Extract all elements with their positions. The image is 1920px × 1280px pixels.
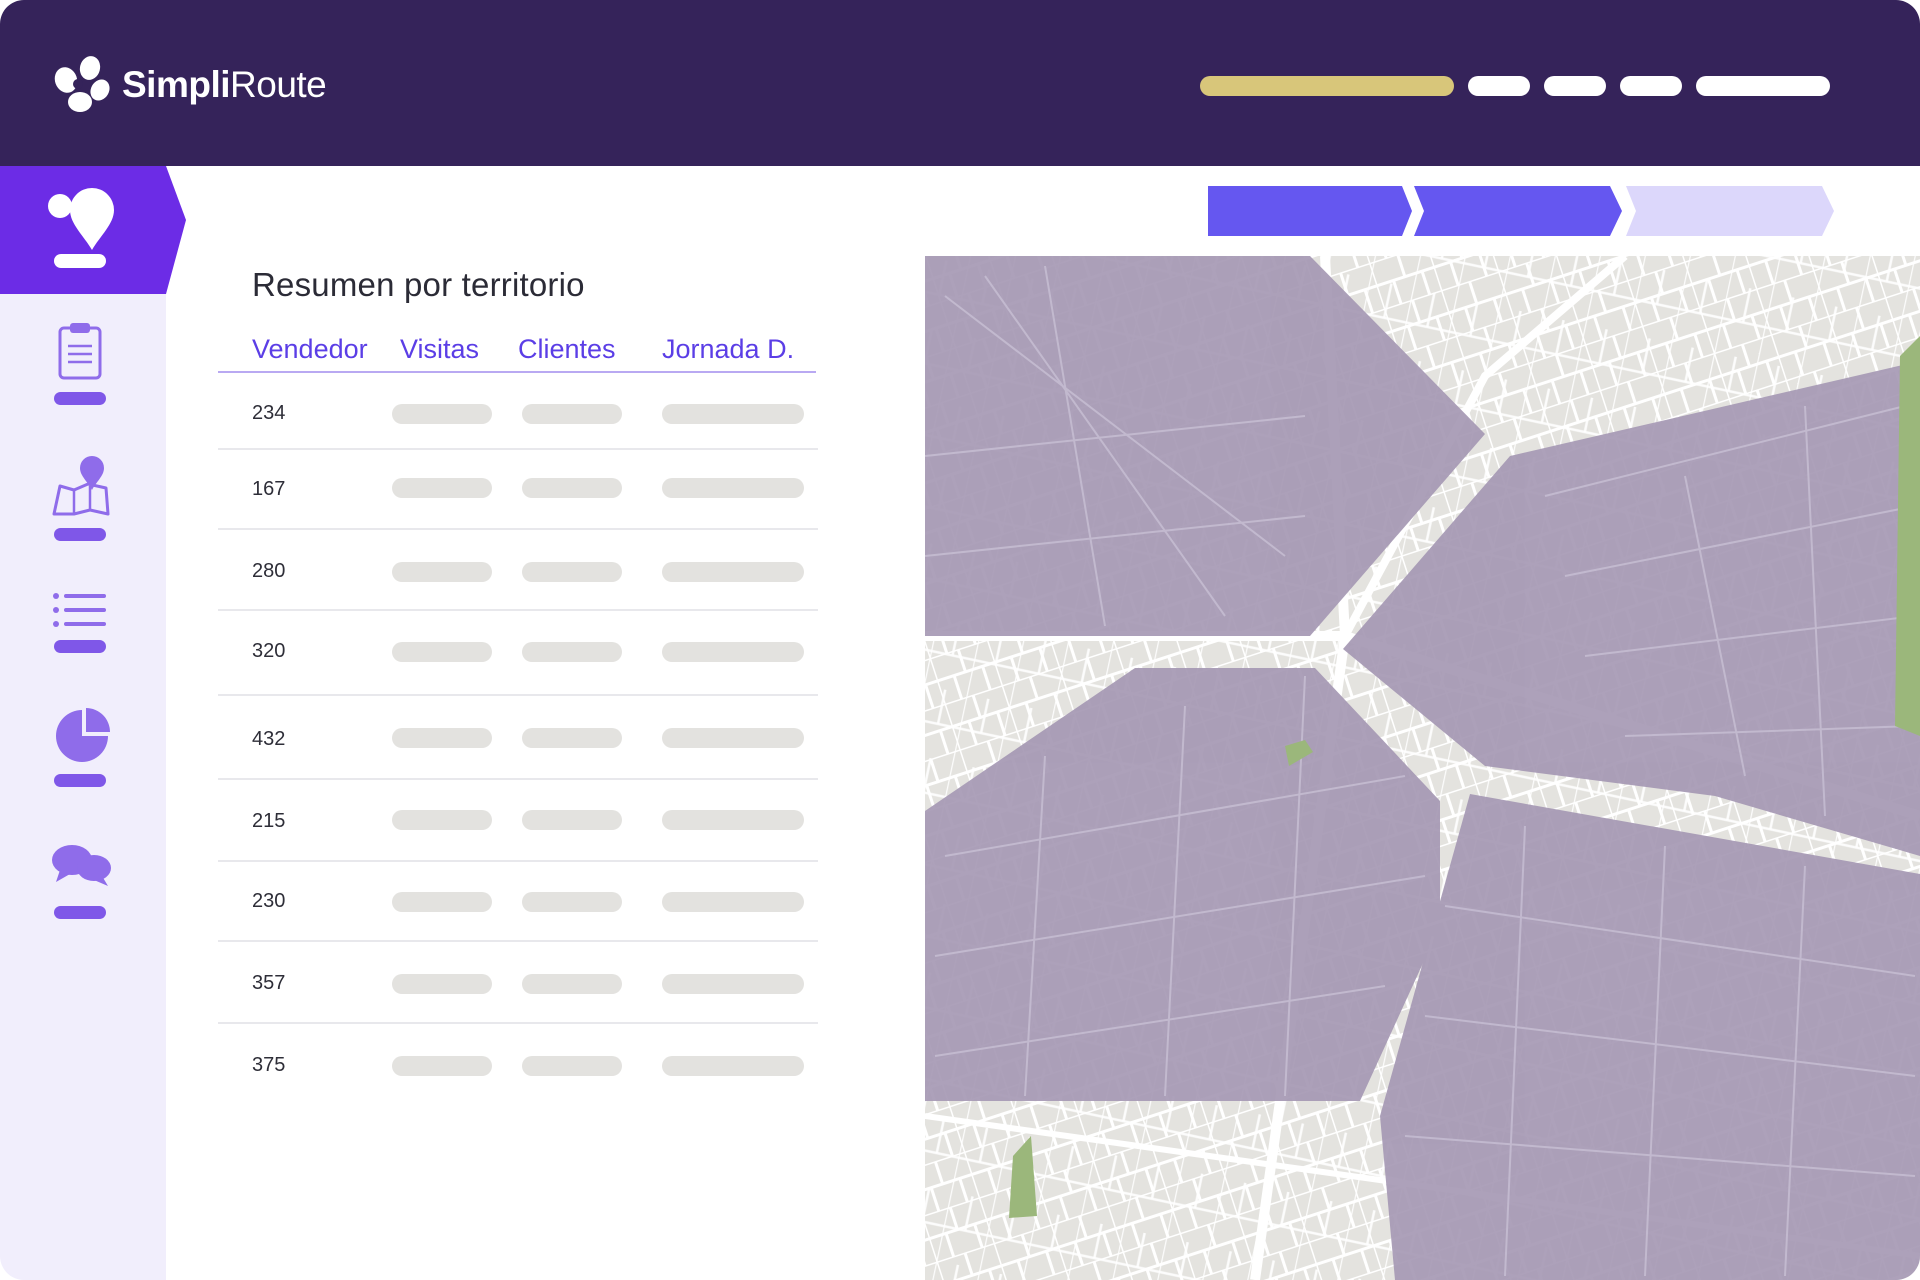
- row-divider: [218, 940, 818, 942]
- vendedor-value: 375: [252, 1054, 286, 1076]
- sidebar-label-bar: [54, 774, 106, 787]
- clientes-placeholder: [522, 478, 622, 498]
- row-divider: [218, 694, 818, 696]
- map-canvas[interactable]: [925, 256, 1920, 1280]
- sidebar-item-messages[interactable]: [0, 844, 166, 944]
- vendedor-value: 215: [252, 810, 286, 832]
- clientes-placeholder: [522, 562, 622, 582]
- panel-title: Resumen por territorio: [252, 266, 585, 303]
- app-window: SimpliRoute Resumen por territorio Vende…: [0, 0, 1920, 1280]
- logo-wordmark: SimpliRoute: [122, 64, 327, 105]
- jornada-placeholder: [662, 642, 804, 662]
- visitas-placeholder: [392, 728, 492, 748]
- table-row[interactable]: 230: [218, 888, 818, 968]
- table-row[interactable]: 432: [218, 724, 818, 804]
- table-row[interactable]: 375: [218, 1050, 818, 1130]
- jornada-placeholder: [662, 1056, 804, 1076]
- step-1[interactable]: [1208, 186, 1412, 236]
- jornada-placeholder: [662, 974, 804, 994]
- visitas-placeholder: [392, 892, 492, 912]
- table-row[interactable]: 357: [218, 968, 818, 1048]
- clientes-placeholder: [522, 810, 622, 830]
- visitas-placeholder: [392, 1056, 492, 1076]
- visitas-placeholder: [392, 562, 492, 582]
- jornada-placeholder: [662, 728, 804, 748]
- sidebar-label-bar: [54, 392, 106, 405]
- row-divider: [218, 860, 818, 862]
- visitas-placeholder: [392, 810, 492, 830]
- table-row[interactable]: 167: [218, 474, 818, 554]
- sidebar-item-list[interactable]: [0, 590, 166, 690]
- jornada-placeholder: [662, 562, 804, 582]
- sidebar-item-clipboard[interactable]: [0, 322, 166, 422]
- sidebar-item-map[interactable]: [0, 456, 166, 556]
- sidebar-item-reports[interactable]: [0, 706, 166, 806]
- table-row[interactable]: 234: [218, 392, 818, 472]
- header-divider: [218, 371, 816, 373]
- clientes-placeholder: [522, 974, 622, 994]
- visitas-placeholder: [392, 642, 492, 662]
- table-row[interactable]: 280: [218, 556, 818, 636]
- row-divider: [218, 609, 818, 611]
- sidebar: [0, 166, 186, 1280]
- paw-logo-icon: [54, 56, 110, 112]
- pie-chart-icon: [56, 708, 110, 762]
- jornada-placeholder: [662, 892, 804, 912]
- nav-progress-pill[interactable]: [1200, 76, 1454, 96]
- jornada-placeholder: [662, 810, 804, 830]
- column-header-clientes[interactable]: Clientes: [518, 334, 616, 365]
- row-divider: [218, 448, 818, 450]
- vendedor-value: 280: [252, 560, 286, 582]
- simpliroute-logo[interactable]: SimpliRoute: [50, 54, 327, 116]
- map-pin-icon: [52, 456, 110, 516]
- top-header: SimpliRoute: [0, 0, 1920, 166]
- row-divider: [218, 1022, 818, 1024]
- territory-zone-4[interactable]: [1380, 794, 1920, 1280]
- row-divider: [218, 778, 818, 780]
- sidebar-label-bar: [54, 640, 106, 653]
- vendedor-value: 320: [252, 640, 286, 662]
- visitas-placeholder: [392, 974, 492, 994]
- clientes-placeholder: [522, 1056, 622, 1076]
- vendedor-value: 234: [252, 402, 286, 424]
- vendedor-value: 432: [252, 728, 286, 750]
- row-divider: [218, 528, 818, 530]
- vendedor-value: 230: [252, 890, 286, 912]
- clientes-placeholder: [522, 404, 622, 424]
- column-header-vendedor[interactable]: Vendedor: [252, 334, 368, 365]
- sidebar-label-bar: [54, 906, 106, 919]
- vendedor-value: 167: [252, 478, 286, 500]
- table-row[interactable]: 320: [218, 636, 818, 716]
- step-3[interactable]: [1626, 186, 1834, 236]
- vendedor-value: 357: [252, 972, 286, 994]
- territory-map[interactable]: [925, 256, 1920, 1280]
- nav-pill-4[interactable]: [1696, 76, 1830, 96]
- clientes-placeholder: [522, 892, 622, 912]
- column-header-jornada[interactable]: Jornada D.: [662, 334, 794, 365]
- sidebar-label-bar: [54, 528, 106, 541]
- table-row[interactable]: 215: [218, 806, 818, 886]
- nav-pill-3[interactable]: [1620, 76, 1682, 96]
- clipboard-icon: [58, 323, 102, 380]
- list-icon: [53, 593, 106, 627]
- sidebar-active-tab[interactable]: [0, 166, 186, 294]
- nav-pill-1[interactable]: [1468, 76, 1530, 96]
- visitas-placeholder: [392, 404, 492, 424]
- step-2[interactable]: [1414, 186, 1622, 236]
- clientes-placeholder: [522, 642, 622, 662]
- nav-pill-2[interactable]: [1544, 76, 1606, 96]
- column-header-visitas[interactable]: Visitas: [400, 334, 479, 365]
- progress-stepper: [1208, 186, 1834, 236]
- jornada-placeholder: [662, 404, 804, 424]
- chat-bubbles-icon: [52, 845, 111, 886]
- visitas-placeholder: [392, 478, 492, 498]
- jornada-placeholder: [662, 478, 804, 498]
- clientes-placeholder: [522, 728, 622, 748]
